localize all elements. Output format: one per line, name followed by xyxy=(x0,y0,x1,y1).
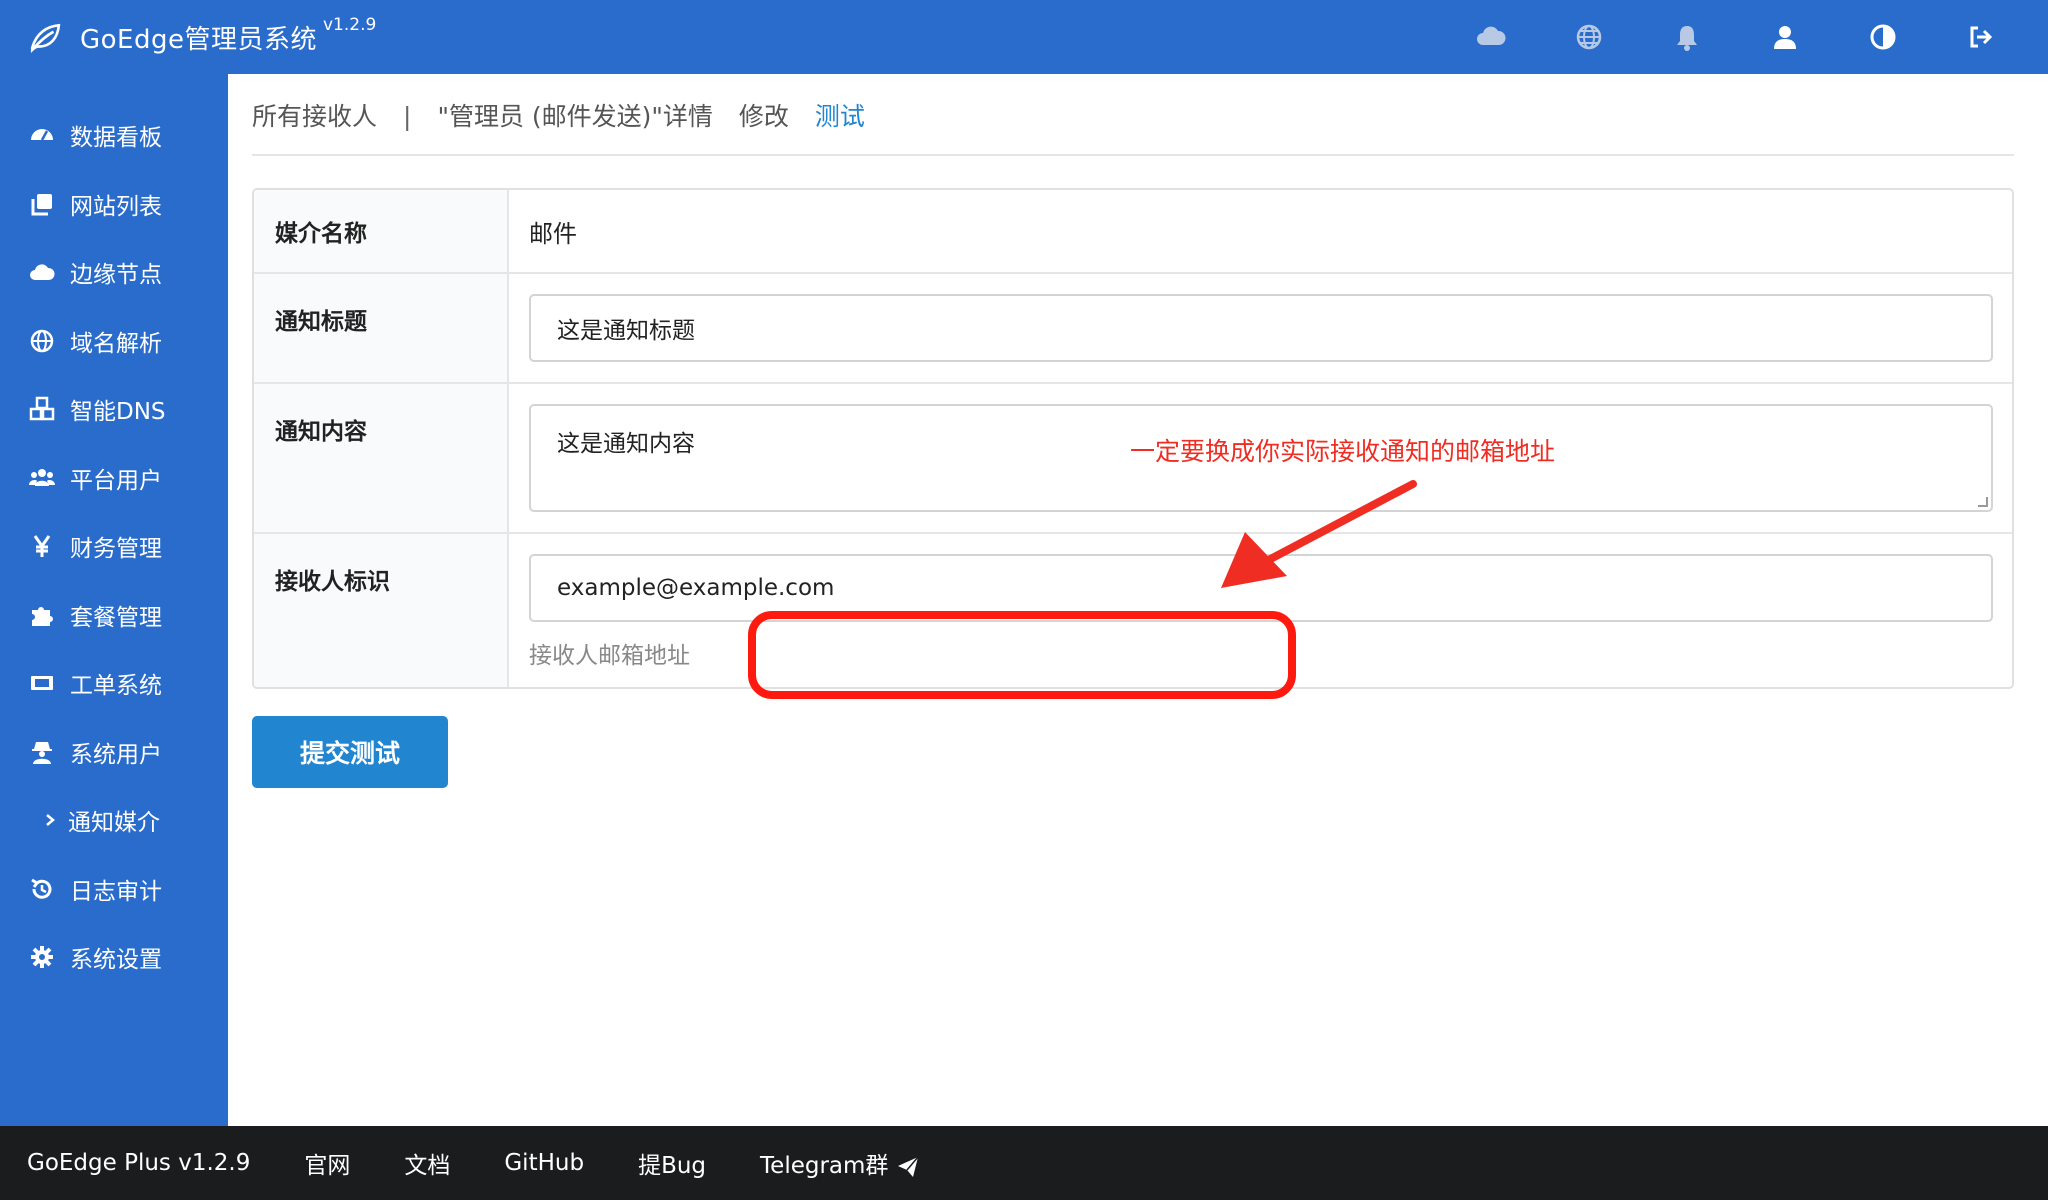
sidebar-item-finance[interactable]: 财务管理 xyxy=(0,516,228,576)
history-icon xyxy=(28,875,56,903)
subject-input-value: 这是通知标题 xyxy=(557,318,695,344)
ticket-icon xyxy=(28,669,56,697)
footer-docs-link[interactable]: 文档 xyxy=(404,1146,450,1180)
copy-icon xyxy=(28,190,56,218)
globe-icon xyxy=(28,327,56,355)
footer-telegram-link[interactable]: Telegram群 xyxy=(760,1146,920,1180)
sidebar-item-label: 智能DNS xyxy=(70,399,166,425)
sidebar-item-label: 日志审计 xyxy=(70,879,162,905)
tab-edit[interactable]: 修改 xyxy=(739,100,789,134)
sign-out-icon xyxy=(1970,26,1993,48)
brand-title: GoEdge管理员系统 xyxy=(80,24,317,55)
annotation-arrow-icon xyxy=(1221,480,1417,588)
users-icon xyxy=(28,464,56,492)
resize-handle[interactable] xyxy=(1978,497,1988,507)
sidebar-item-tickets[interactable]: 工单系统 xyxy=(0,653,228,713)
tab-all-receivers[interactable]: 所有接收人 xyxy=(252,100,377,134)
subject-cell: 这是通知标题 xyxy=(509,274,2012,382)
media-label: 媒介名称 xyxy=(254,190,509,272)
footer-bug-link[interactable]: 提Bug xyxy=(638,1146,706,1180)
sidebar-item-label: 系统用户 xyxy=(70,742,162,768)
tab-menu: 所有接收人 | "管理员 (邮件发送)"详情 修改 测试 xyxy=(252,100,2014,156)
media-value: 邮件 xyxy=(529,220,577,248)
contrast-icon xyxy=(1870,24,1896,50)
subject-input[interactable]: 这是通知标题 xyxy=(529,294,1993,362)
tab-detail[interactable]: "管理员 (邮件发送)"详情 xyxy=(437,100,712,134)
cloud-icon xyxy=(1477,26,1506,45)
receiver-label: 接收人标识 xyxy=(254,534,509,687)
theme-toggle-button[interactable] xyxy=(1834,0,1932,74)
sidebar-item-label: 财务管理 xyxy=(70,536,162,562)
sidebar-item-settings[interactable]: 系统设置 xyxy=(0,927,228,987)
bell-icon xyxy=(1677,26,1697,51)
user-icon xyxy=(1774,26,1796,49)
sidebar-item-smart-dns[interactable]: 智能DNS xyxy=(0,379,228,439)
annotation-text: 一定要换成你实际接收通知的邮箱地址 xyxy=(1130,437,1556,466)
sidebar-item-dns[interactable]: 域名解析 xyxy=(0,311,228,371)
sidebar-item-system-users[interactable]: 系统用户 xyxy=(0,722,228,782)
receiver-input-value: example@example.com xyxy=(557,575,835,601)
logout-button[interactable] xyxy=(1932,0,2030,74)
sidebar-item-label: 套餐管理 xyxy=(70,605,162,631)
dashboard-icon xyxy=(28,121,56,149)
globe-icon xyxy=(1576,24,1602,50)
sidebar-item-label: 平台用户 xyxy=(70,468,162,494)
footer-product: GoEdge Plus v1.2.9 xyxy=(27,1150,251,1176)
tab-test[interactable]: 测试 xyxy=(815,100,865,134)
footer-telegram-label: Telegram群 xyxy=(760,1153,889,1179)
brand[interactable]: GoEdge管理员系统 v1.2.9 xyxy=(28,0,376,74)
sidebar-item-dashboard[interactable]: 数据看板 xyxy=(0,105,228,165)
submit-test-button[interactable]: 提交测试 xyxy=(252,716,448,788)
sidebar-item-websites[interactable]: 网站列表 xyxy=(0,174,228,234)
subject-label: 通知标题 xyxy=(254,274,509,382)
sidebar-item-edge-nodes[interactable]: 边缘节点 xyxy=(0,242,228,302)
sidebar-item-notification-media[interactable]: 通知媒介 xyxy=(0,790,228,850)
sidebar: 数据看板 网站列表 边缘节点 域名解析 智能DNS 平台用户 财务管理 套餐管理… xyxy=(0,74,228,1126)
sidebar-item-label: 网站列表 xyxy=(70,194,162,220)
paper-plane-icon xyxy=(898,1156,919,1177)
puzzle-icon xyxy=(28,601,56,629)
sidebar-item-label: 工单系统 xyxy=(70,673,162,699)
cloud-button[interactable] xyxy=(1442,0,1540,74)
top-icons xyxy=(1442,0,2030,74)
user-profile-button[interactable] xyxy=(1736,0,1834,74)
globe-button[interactable] xyxy=(1540,0,1638,74)
row-subject: 通知标题 这是通知标题 xyxy=(254,272,2012,382)
top-bar: GoEdge管理员系统 v1.2.9 xyxy=(0,0,2048,74)
annotation-highlight-box xyxy=(748,611,1296,699)
yen-icon xyxy=(28,532,56,560)
notification-button[interactable] xyxy=(1638,0,1736,74)
leaf-logo-icon xyxy=(30,23,61,53)
sidebar-item-label: 系统设置 xyxy=(70,947,162,973)
user-secret-icon xyxy=(28,738,56,766)
sidebar-item-platform-users[interactable]: 平台用户 xyxy=(0,448,228,508)
tab-separator: | xyxy=(403,102,412,131)
gear-icon xyxy=(28,943,56,971)
body-label: 通知内容 xyxy=(254,384,509,532)
footer: GoEdge Plus v1.2.9 官网 文档 GitHub 提Bug Tel… xyxy=(0,1126,2048,1200)
sidebar-item-audit-logs[interactable]: 日志审计 xyxy=(0,859,228,919)
cloud-icon xyxy=(28,258,56,286)
chevron-right-icon xyxy=(44,806,58,834)
main-content: 所有接收人 | "管理员 (邮件发送)"详情 修改 测试 媒介名称 邮件 通知标… xyxy=(228,74,2048,1126)
cubes-icon xyxy=(28,395,56,423)
footer-official-link[interactable]: 官网 xyxy=(304,1146,350,1180)
brand-version: v1.2.9 xyxy=(323,15,377,35)
sidebar-item-label: 数据看板 xyxy=(70,125,162,151)
sidebar-item-label: 通知媒介 xyxy=(68,810,160,836)
body-textarea-value: 这是通知内容 xyxy=(557,431,695,457)
row-media: 媒介名称 邮件 xyxy=(254,190,2012,272)
footer-github-link[interactable]: GitHub xyxy=(504,1150,584,1176)
sidebar-item-packages[interactable]: 套餐管理 xyxy=(0,585,228,645)
sidebar-item-label: 边缘节点 xyxy=(70,262,162,288)
sidebar-item-label: 域名解析 xyxy=(70,331,162,357)
